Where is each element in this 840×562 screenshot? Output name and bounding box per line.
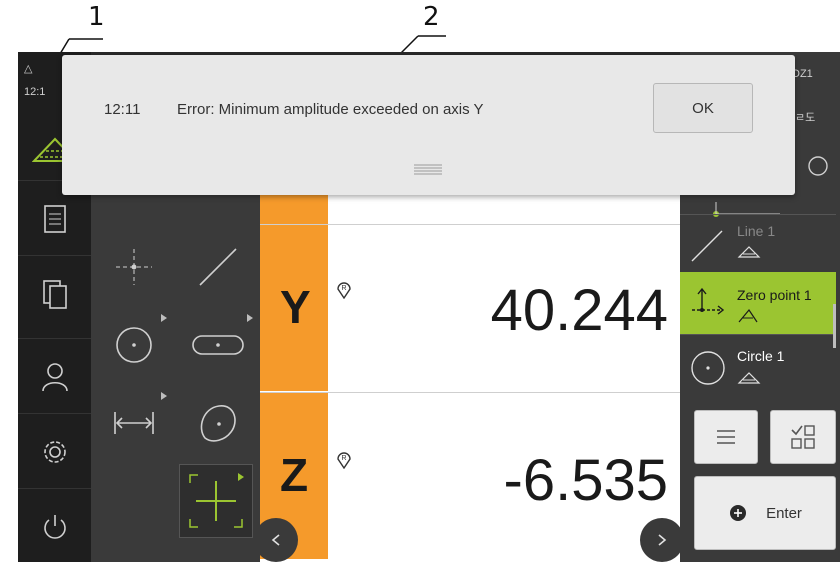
- user-icon: [41, 362, 68, 391]
- measure-tool-button[interactable]: [179, 464, 253, 538]
- axis-row-y[interactable]: Y R 40.244: [260, 224, 680, 391]
- measure-function-palette: [91, 170, 260, 562]
- distance-icon: [114, 412, 154, 434]
- feature-list-item[interactable]: Line 1: [680, 214, 836, 273]
- feature-label: Line 1: [737, 223, 776, 239]
- freeform-function-button[interactable]: [179, 384, 257, 462]
- chevron-left-icon: [271, 534, 280, 546]
- drag-handle-icon[interactable]: [413, 163, 443, 175]
- zero-point-icon: [692, 287, 724, 315]
- point-function-button[interactable]: [95, 228, 173, 306]
- measure-type-icon: [737, 372, 761, 384]
- files-icon: [42, 279, 67, 309]
- menu-power-button[interactable]: [18, 488, 91, 562]
- feature-list-item-selected[interactable]: Zero point 1: [680, 272, 836, 334]
- axis-value: 40.244: [490, 278, 668, 343]
- crosshair-icon: [189, 473, 244, 528]
- document-icon: [43, 204, 66, 233]
- menu-files-button[interactable]: [18, 255, 91, 331]
- axis-letter: Z: [280, 449, 309, 501]
- quickaccess-icon: [791, 425, 815, 449]
- reference-mark-icon: R: [337, 282, 351, 299]
- slot-function-button[interactable]: [179, 306, 257, 384]
- line-feature-icon: [691, 230, 723, 262]
- power-icon: [43, 514, 66, 539]
- error-message-dialog: 12:11 Error: Minimum amplitude exceeded …: [62, 55, 795, 195]
- point-icon: [116, 249, 152, 285]
- expand-arrow: [247, 314, 253, 322]
- list-menu-button[interactable]: [694, 410, 758, 464]
- reference-mark-icon: R: [337, 452, 351, 469]
- menu-icon: [717, 430, 735, 444]
- chevron-right-icon: [658, 534, 667, 546]
- axis-value: -6.535: [503, 448, 668, 513]
- expand-arrow: [161, 392, 167, 400]
- enter-label: Enter: [766, 504, 802, 522]
- slot-icon: [192, 335, 244, 355]
- circle-icon: [116, 327, 152, 363]
- circle-preview-icon: [808, 156, 828, 176]
- quick-access-button[interactable]: [770, 410, 836, 464]
- status-warning: △: [24, 63, 33, 75]
- menu-settings-button[interactable]: [18, 413, 91, 489]
- line-icon: [199, 248, 237, 286]
- svg-text:R: R: [341, 455, 346, 462]
- freeform-icon: [200, 405, 236, 442]
- measure-type-icon: [737, 246, 761, 258]
- list-scrollbar[interactable]: [833, 304, 836, 348]
- feature-list-item[interactable]: Circle 1: [680, 334, 836, 397]
- menu-user-button[interactable]: [18, 338, 91, 414]
- plus-icon: [730, 505, 747, 521]
- axis-row-z[interactable]: Z R -6.535: [260, 392, 680, 559]
- measure-type-icon: [738, 308, 758, 323]
- error-message-text: Error: Minimum amplitude exceeded on axi…: [177, 101, 484, 118]
- expand-arrow: [161, 314, 167, 322]
- top-right-status-2: ㄹ도: [795, 112, 816, 124]
- feature-label: Zero point 1: [737, 287, 812, 303]
- expand-right-button[interactable]: [640, 518, 684, 562]
- line-function-button[interactable]: [179, 228, 257, 306]
- circle-feature-icon: [691, 351, 725, 385]
- status-time: 12:1: [24, 86, 46, 98]
- axis-letter: Y: [280, 281, 311, 333]
- settings-icon: [43, 440, 66, 463]
- svg-text:R: R: [341, 285, 346, 292]
- top-right-status: DZ1: [792, 68, 813, 80]
- circle-function-button[interactable]: [95, 306, 173, 384]
- collapse-left-button[interactable]: [254, 518, 298, 562]
- enter-button[interactable]: Enter: [694, 476, 836, 550]
- message-time: 12:11: [104, 101, 141, 118]
- distance-function-button[interactable]: [95, 384, 173, 462]
- position-display: Y R 40.244 Z R -6.535: [260, 110, 680, 562]
- ok-button[interactable]: OK: [653, 83, 753, 133]
- feature-label: Circle 1: [737, 348, 785, 364]
